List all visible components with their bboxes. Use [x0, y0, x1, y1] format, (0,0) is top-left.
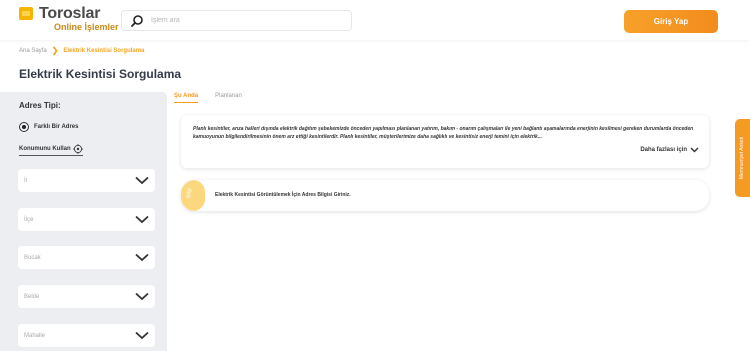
chevron-right-icon: ❯	[51, 46, 59, 55]
chevron-down-icon	[690, 147, 699, 153]
outage-tabs: Şu Anda Planlanan	[174, 93, 259, 103]
province-select[interactable]: İl	[18, 169, 155, 192]
notice-card: Bilgi Elektrik Kesintisi Görüntülemek İç…	[181, 180, 709, 211]
header: Toroslar Online İşlemler Giriş Yap	[0, 0, 750, 40]
breadcrumb-home[interactable]: Ana Sayfa	[19, 48, 47, 54]
info-text: Planlı kesintiler, arıza halleri dışında…	[193, 126, 694, 140]
select-label: Belde	[24, 293, 40, 300]
survey-label: Memnuniyet Anketi	[739, 136, 746, 180]
chevron-down-icon	[135, 215, 149, 224]
breadcrumb: Ana Sayfa ❯ Elektrik Kesintisi Sorgulama	[19, 46, 144, 55]
more-label: Daha fazlası için	[640, 147, 687, 153]
notice-text: Elektrik Kesintisi Görüntülemek İçin Adr…	[215, 192, 351, 198]
search-icon[interactable]	[130, 14, 144, 28]
logo-subtitle: Online İşlemler	[54, 22, 119, 32]
subdistrict-select[interactable]: Bucak	[18, 246, 155, 269]
district-select[interactable]: İlçe	[18, 208, 155, 231]
survey-side-tab[interactable]: Memnuniyet Anketi	[735, 119, 750, 197]
logo[interactable]: Toroslar Online İşlemler	[19, 5, 119, 33]
select-label: Mahalle	[24, 332, 46, 339]
radio-different-address[interactable]: Farklı Bir Adres	[19, 122, 78, 132]
crosshair-icon	[72, 144, 83, 154]
radio-label: Farklı Bir Adres	[34, 124, 79, 130]
info-card: Planlı kesintiler, arıza halleri dışında…	[181, 115, 709, 168]
select-label: İlçe	[24, 216, 34, 223]
neighborhood-select[interactable]: Mahalle	[18, 324, 155, 347]
notice-accent-text: Bilgi	[186, 188, 193, 198]
use-location-link[interactable]: Konumunu Kullan	[19, 144, 83, 156]
search-box[interactable]	[121, 10, 352, 31]
select-label: İl	[24, 177, 27, 184]
radio-selected-icon[interactable]	[19, 122, 29, 132]
logo-icon	[19, 7, 33, 20]
page-title: Elektrik Kesintisi Sorgulama	[19, 67, 182, 81]
address-type-label: Adres Tipi:	[19, 101, 61, 110]
login-button[interactable]: Giriş Yap	[624, 10, 718, 33]
logo-title: Toroslar	[39, 5, 101, 22]
chevron-down-icon	[135, 176, 149, 185]
chevron-down-icon	[135, 253, 149, 262]
select-label: Bucak	[24, 254, 41, 261]
chevron-down-icon	[135, 331, 149, 340]
search-input[interactable]	[151, 17, 331, 24]
tab-current[interactable]: Şu Anda	[174, 93, 199, 103]
locate-label: Konumunu Kullan	[19, 146, 71, 152]
town-select[interactable]: Belde	[18, 285, 155, 308]
tab-planned[interactable]: Planlanan	[215, 93, 242, 103]
more-link[interactable]: Daha fazlası için	[640, 147, 699, 153]
chevron-down-icon	[135, 292, 149, 301]
logo-text: Toroslar Online İşlemler	[39, 5, 119, 33]
notice-accent: Bilgi	[181, 180, 205, 211]
breadcrumb-current: Elektrik Kesintisi Sorgulama	[63, 47, 145, 54]
